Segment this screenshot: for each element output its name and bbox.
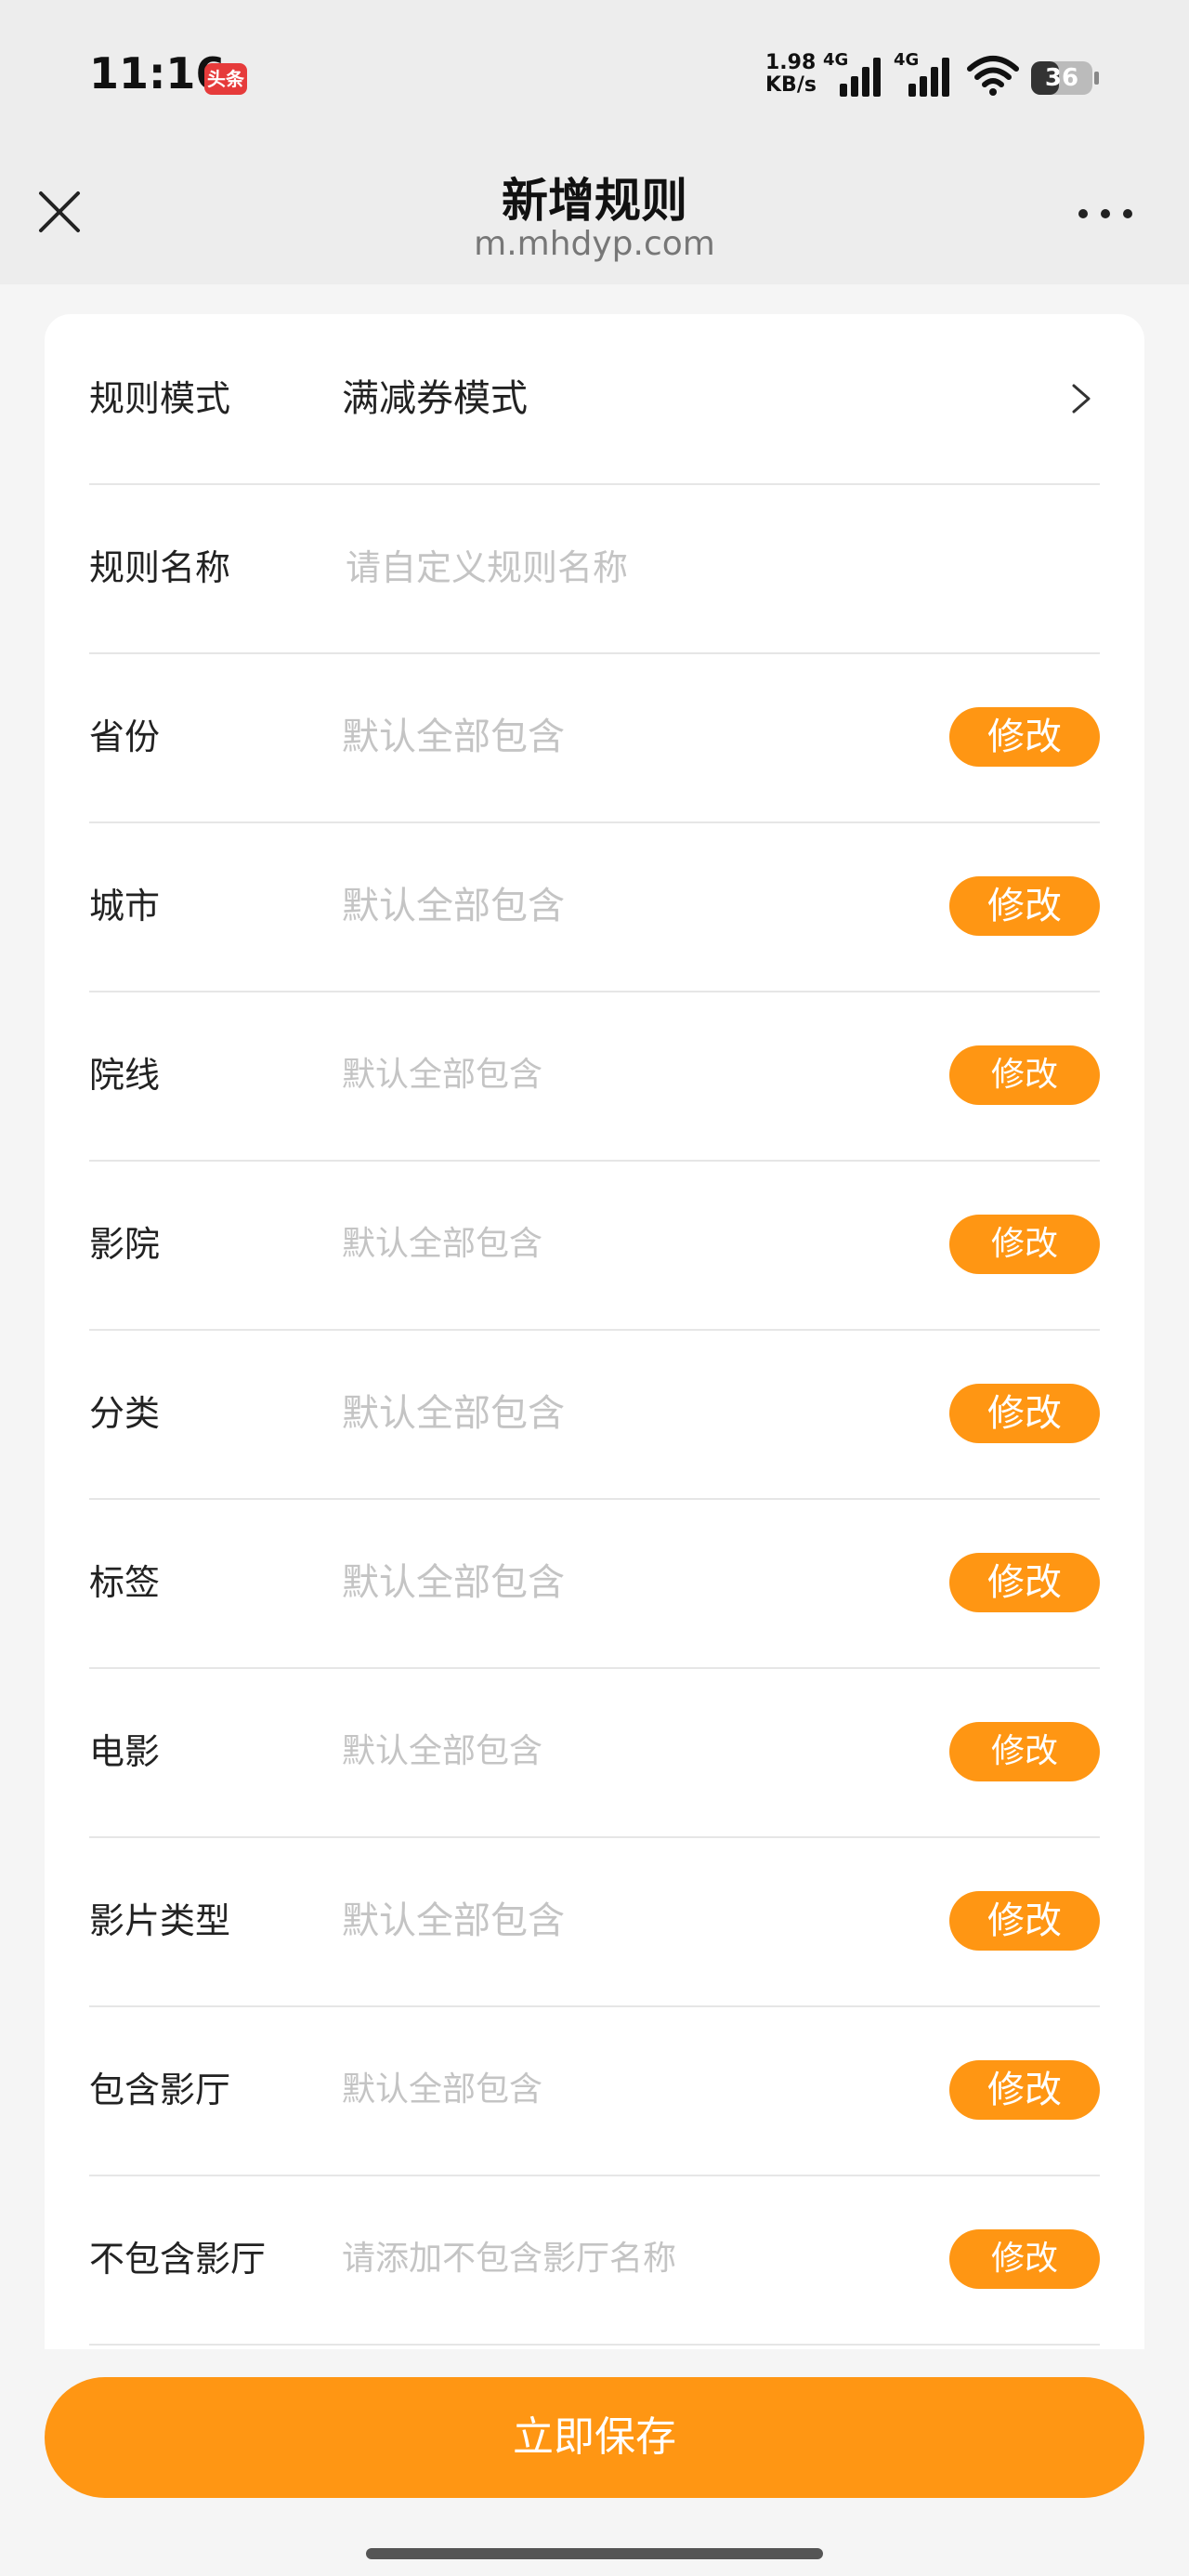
- network-speed: 1.98 KB/s: [765, 52, 817, 97]
- row-label: 分类: [89, 1393, 161, 1434]
- row-value: 默认全部包含: [342, 1732, 543, 1770]
- row-label: 包含影厅: [89, 2070, 231, 2110]
- row-label: 影片类型: [89, 1900, 231, 1941]
- save-button[interactable]: 立即保存: [45, 2377, 1144, 2498]
- edit-category-button[interactable]: 修改: [949, 1384, 1100, 1443]
- province-row: 省份 默认全部包含 修改: [89, 652, 1100, 823]
- network-speed-value: 1.98: [765, 51, 817, 74]
- page-title: 新增规则: [502, 174, 687, 228]
- row-value: 默认全部包含: [342, 1225, 543, 1263]
- movie-type-row: 影片类型 默认全部包含 修改: [89, 1836, 1100, 2007]
- category-row: 分类 默认全部包含 修改: [89, 1329, 1100, 1500]
- row-value: 默认全部包含: [342, 885, 565, 927]
- row-label: 影院: [89, 1224, 161, 1265]
- row-label: 省份: [89, 716, 161, 757]
- row-label: 不包含影厅: [89, 2239, 267, 2280]
- home-indicator[interactable]: [366, 2548, 823, 2559]
- page-url: m.mhdyp.com: [474, 225, 715, 263]
- row-value: 默认全部包含: [342, 1392, 565, 1435]
- cinema-chain-row: 院线 默认全部包含 修改: [89, 991, 1100, 1162]
- row-value: 请添加不包含影厅名称: [342, 2240, 677, 2278]
- excluded-halls-row: 不包含影厅 请添加不包含影厅名称 修改: [89, 2175, 1100, 2346]
- nav-bar: 新增规则 m.mhdyp.com: [0, 139, 1189, 284]
- rule-name-label: 规则名称: [89, 547, 231, 588]
- signal-strength-icon: [840, 58, 881, 97]
- row-label: 标签: [89, 1562, 161, 1603]
- row-value: 默认全部包含: [342, 2070, 543, 2109]
- battery-level: 36: [1044, 64, 1079, 92]
- signal-strength-icon: [908, 58, 949, 97]
- edit-included-halls-button[interactable]: 修改: [949, 2060, 1100, 2120]
- more-options-icon[interactable]: [1076, 204, 1135, 223]
- city-row: 城市 默认全部包含 修改: [89, 821, 1100, 992]
- edit-city-button[interactable]: 修改: [949, 876, 1100, 936]
- row-label: 电影: [89, 1731, 161, 1772]
- edit-movie-button[interactable]: 修改: [949, 1722, 1100, 1781]
- wifi-icon: [967, 56, 1019, 96]
- status-bar: 11:16 头条 1.98 KB/s 4G 4G 36: [0, 0, 1189, 139]
- rule-mode-label: 规则模式: [89, 378, 231, 419]
- row-label: 城市: [89, 886, 161, 927]
- rule-name-row: 规则名称: [89, 483, 1100, 654]
- edit-movie-type-button[interactable]: 修改: [949, 1891, 1100, 1951]
- edit-cinema-chain-button[interactable]: 修改: [949, 1045, 1100, 1105]
- battery-icon: 36: [1029, 59, 1100, 97]
- row-value: 默认全部包含: [342, 716, 565, 758]
- included-halls-row: 包含影厅 默认全部包含 修改: [89, 2005, 1100, 2176]
- rule-mode-value: 满减券模式: [342, 377, 528, 420]
- edit-province-button[interactable]: 修改: [949, 707, 1100, 767]
- row-label: 院线: [89, 1055, 161, 1096]
- tag-row: 标签 默认全部包含 修改: [89, 1498, 1100, 1669]
- chevron-right-icon: [1072, 384, 1091, 414]
- movie-row: 电影 默认全部包含 修改: [89, 1667, 1100, 1838]
- row-value: 默认全部包含: [342, 1561, 565, 1604]
- row-value: 默认全部包含: [342, 1899, 565, 1942]
- toutiao-app-badge: 头条: [204, 63, 247, 95]
- rule-mode-row[interactable]: 规则模式 满减券模式: [89, 314, 1100, 485]
- edit-tag-button[interactable]: 修改: [949, 1553, 1100, 1612]
- row-value: 默认全部包含: [342, 1056, 543, 1094]
- rule-name-input[interactable]: [342, 537, 996, 598]
- edit-cinema-button[interactable]: 修改: [949, 1215, 1100, 1274]
- rule-form-card: 规则模式 满减券模式 规则名称 省份 默认全部包含 修改 城市 默认全部包含 修…: [45, 314, 1144, 2349]
- edit-excluded-halls-button[interactable]: 修改: [949, 2229, 1100, 2289]
- cinema-row: 影院 默认全部包含 修改: [89, 1160, 1100, 1331]
- network-speed-unit: KB/s: [765, 73, 817, 97]
